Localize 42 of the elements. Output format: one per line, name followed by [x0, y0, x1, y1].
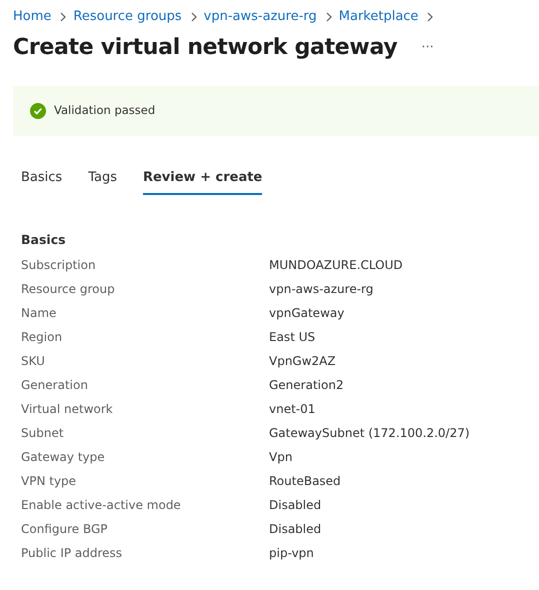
field-label: Virtual network [21, 401, 114, 418]
field-label: VPN type [21, 473, 78, 490]
field-value: RouteBased [269, 473, 341, 490]
page-title: Create virtual network gateway [13, 34, 398, 61]
field-value: vpnGateway [269, 305, 344, 322]
field-label: Subnet [21, 425, 65, 442]
field-label: Configure BGP [21, 521, 109, 538]
field-value: Vpn [269, 449, 292, 466]
section-heading: Basics [21, 232, 67, 248]
breadcrumb-link[interactable]: Marketplace [338, 7, 418, 26]
field-value: vnet-01 [269, 401, 316, 418]
chevron-icon [190, 12, 198, 22]
check-circle-icon [30, 102, 46, 119]
chevron-icon [426, 12, 434, 22]
field-label: Resource group [21, 281, 116, 298]
field-value: MUNDOAZURE.CLOUD [269, 257, 403, 274]
tab[interactable]: Tags [88, 168, 117, 196]
field-value: VpnGw2AZ [269, 353, 336, 370]
field-label: Name [21, 305, 58, 322]
field-value: Disabled [269, 521, 322, 538]
field-label: Public IP address [21, 545, 124, 562]
field-value: Generation2 [269, 377, 344, 394]
field-label: Generation [21, 377, 89, 394]
field-label: Enable active-active mode [21, 497, 182, 514]
breadcrumb-link[interactable]: vpn-aws-azure-rg [204, 7, 317, 26]
field-value: GatewaySubnet (172.100.2.0/27) [269, 425, 470, 442]
field-label: Region [21, 329, 64, 346]
chevron-icon [324, 12, 333, 22]
banner-text: Validation passed [54, 102, 156, 120]
more-button[interactable]: ··· [415, 38, 440, 58]
field-value: Disabled [269, 497, 322, 514]
field-value: pip-vpn [269, 545, 314, 562]
breadcrumb-link[interactable]: Home [13, 7, 52, 26]
field-value: vpn-aws-azure-rg [269, 281, 374, 298]
tab[interactable]: Review + create [142, 168, 262, 196]
breadcrumb-link[interactable]: Resource groups [73, 7, 182, 26]
field-label: Gateway type [21, 449, 106, 466]
tab[interactable]: Basics [21, 168, 62, 196]
field-label: SKU [21, 353, 46, 370]
chevron-icon [59, 12, 68, 22]
field-value: East US [269, 329, 316, 346]
field-label: Subscription [21, 257, 97, 274]
